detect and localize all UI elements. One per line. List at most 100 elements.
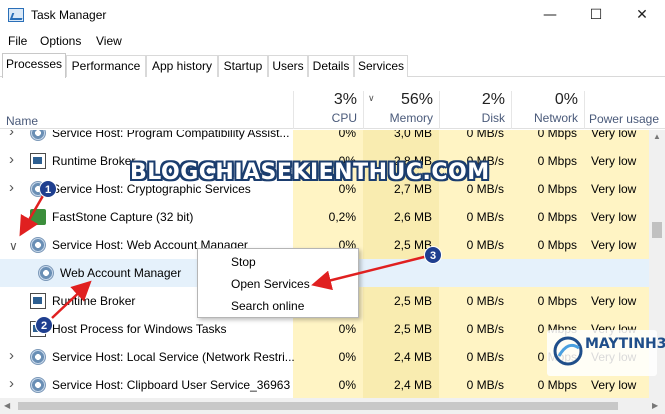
context-open-services[interactable]: Open Services (231, 277, 310, 291)
tab-users[interactable]: Users (268, 55, 308, 77)
network-value: 0 Mbps (537, 238, 577, 252)
menu-file[interactable]: File (8, 34, 27, 48)
gear-icon (30, 349, 46, 365)
process-name: Runtime Broker (52, 294, 136, 308)
tab-app-history[interactable]: App history (146, 55, 218, 77)
memory-value: 2,4 MB (393, 378, 432, 392)
scroll-up-icon[interactable]: ▲ (653, 132, 661, 141)
memory-value: 2,5 MB (393, 238, 432, 252)
close-button[interactable]: ✕ (619, 0, 665, 30)
tab-services[interactable]: Services (354, 55, 408, 77)
menu-view[interactable]: View (96, 34, 122, 48)
memory-value: 2,5 MB (393, 322, 432, 336)
chevron-right-icon[interactable]: › (9, 347, 14, 364)
logo-text: MAYTINH365 (585, 336, 665, 352)
power-total (585, 91, 659, 110)
maximize-button[interactable]: ☐ (573, 0, 619, 30)
network-value: 0 Mbps (537, 154, 577, 168)
title-bar: Task Manager — ☐ ✕ (0, 0, 665, 30)
tab-performance[interactable]: Performance (66, 55, 146, 77)
minimize-button[interactable]: — (527, 0, 573, 30)
context-menu: Stop Open Services Search online (197, 248, 359, 318)
window-icon (30, 153, 46, 169)
process-name: FastStone Capture (32 bit) (52, 210, 194, 224)
process-row[interactable]: FastStone Capture (32 bit) 0,2% 2,6 MB 0 MB… (0, 203, 665, 231)
column-disk[interactable]: 2% Disk (439, 91, 511, 129)
process-name: Service Host: Clipboard User Service_369… (52, 378, 291, 392)
scroll-left-icon[interactable]: ◀ (4, 401, 10, 410)
power-value: Very low (591, 154, 637, 168)
disk-value: 0 MB/s (466, 238, 504, 252)
site-logo: MAYTINH365 (547, 330, 665, 376)
badge-1: 1 (39, 180, 57, 198)
scroll-right-icon[interactable]: ▶ (652, 401, 658, 410)
menu-bar: File Options View (0, 31, 665, 51)
network-value: 0 Mbps (537, 294, 577, 308)
sort-down-icon: ∨ (368, 93, 375, 103)
disk-value: 0 MB/s (466, 378, 504, 392)
chevron-right-icon[interactable]: › (9, 130, 14, 140)
memory-label: Memory (389, 111, 433, 125)
column-network[interactable]: 0% Network (511, 91, 584, 129)
power-value: Very low (591, 238, 637, 252)
column-header-row: Name 3% CPU ∨ 56% Memory 2% Disk 0% Netw… (0, 77, 665, 129)
disk-total: 2% (481, 91, 505, 108)
column-name[interactable]: Name (6, 114, 38, 128)
menu-options[interactable]: Options (40, 34, 81, 48)
tab-strip: Processes Performance App history Startu… (0, 53, 665, 78)
gear-icon (38, 265, 54, 281)
tab-startup[interactable]: Startup (218, 55, 268, 77)
chevron-right-icon[interactable]: › (9, 375, 14, 392)
network-value: 0 Mbps (537, 130, 577, 140)
disk-value: 0 MB/s (466, 210, 504, 224)
badge-2: 2 (35, 316, 53, 334)
column-power-usage[interactable]: Power usage (584, 91, 665, 129)
network-value: 0 Mbps (537, 210, 577, 224)
network-value: 0 Mbps (537, 378, 577, 392)
horizontal-scrollbar[interactable]: ◀ ▶ (0, 398, 665, 414)
horizontal-scroll-thumb[interactable] (18, 402, 618, 410)
capture-icon (30, 209, 46, 225)
memory-value: 2,6 MB (393, 210, 432, 224)
disk-value: 0 MB/s (466, 130, 504, 140)
watermark: BLOGCHIASEKIENTHUC.COM (130, 160, 490, 185)
cpu-value: 0% (338, 322, 356, 336)
power-value: Very low (591, 130, 637, 140)
process-name: Runtime Broker (52, 154, 136, 168)
badge-3: 3 (424, 246, 442, 264)
process-name: Host Process for Windows Tasks (52, 322, 227, 336)
memory-value: 2,5 MB (393, 294, 432, 308)
cpu-label: CPU (331, 111, 357, 125)
process-row[interactable]: › Service Host: Program Compatibility Ass… (0, 130, 665, 147)
disk-label: Disk (481, 111, 505, 125)
chevron-right-icon[interactable]: › (9, 151, 14, 168)
chevron-down-icon[interactable]: ∨ (9, 239, 18, 253)
cpu-total: 3% (333, 91, 357, 108)
disk-value: 0 MB/s (466, 294, 504, 308)
tab-processes[interactable]: Processes (2, 53, 66, 78)
memory-value: 3,0 MB (393, 130, 432, 140)
cpu-value: 0,2% (328, 210, 356, 224)
disk-value: 0 MB/s (466, 322, 504, 336)
gear-icon (30, 237, 46, 253)
process-name: Web Account Manager (60, 266, 182, 280)
context-search-online[interactable]: Search online (231, 299, 304, 313)
power-value: Very low (591, 182, 637, 196)
column-memory[interactable]: ∨ 56% Memory (363, 91, 439, 129)
cpu-value: 0% (338, 130, 356, 140)
network-value: 0 Mbps (537, 182, 577, 196)
cpu-value: 0% (338, 350, 356, 364)
power-value: Very low (591, 294, 637, 308)
tab-details[interactable]: Details (308, 55, 354, 77)
gear-icon (30, 377, 46, 393)
process-name: Service Host: Local Service (Network Res… (52, 350, 295, 364)
network-total: 0% (554, 91, 578, 108)
process-name: Service Host: Program Compatibility Assi… (52, 130, 290, 140)
cpu-value: 0% (338, 378, 356, 392)
chevron-right-icon[interactable]: › (9, 179, 14, 196)
context-stop[interactable]: Stop (231, 255, 256, 269)
power-value: Very low (591, 378, 637, 392)
logo-mark-icon (553, 336, 583, 366)
vertical-scroll-thumb[interactable] (652, 222, 662, 238)
column-cpu[interactable]: 3% CPU (293, 91, 363, 129)
